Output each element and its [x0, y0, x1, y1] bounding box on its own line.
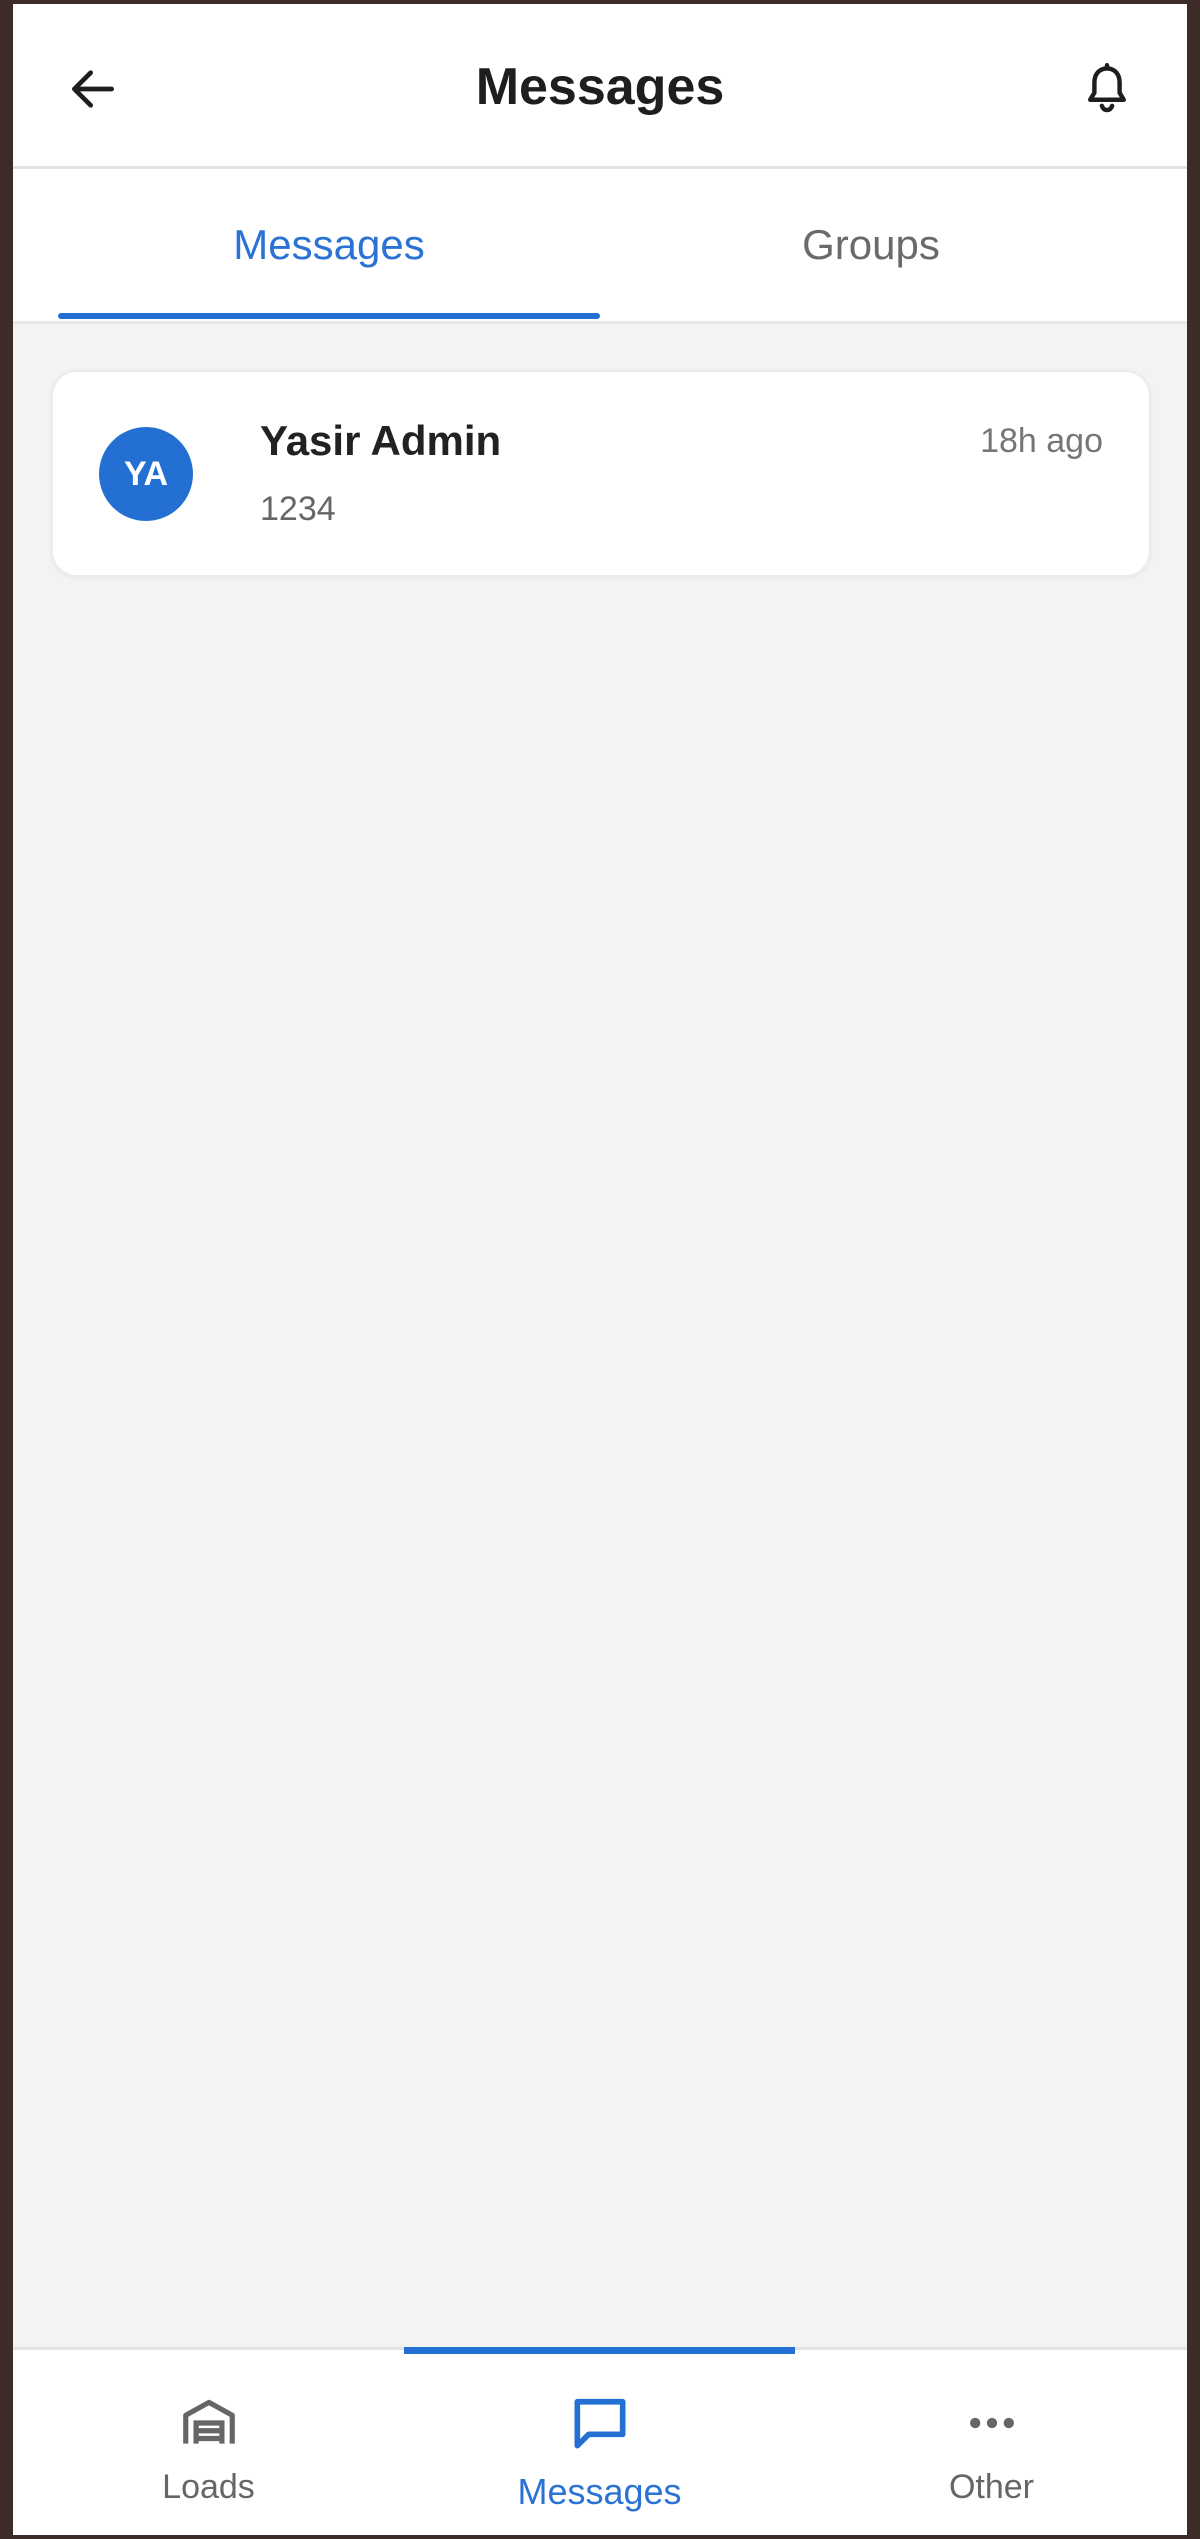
conversation-list: YA Yasir Admin 1234 18h ago [51, 370, 1151, 577]
message-preview: 1234 [260, 490, 336, 528]
notifications-button[interactable] [1067, 49, 1147, 129]
bell-icon [1087, 62, 1127, 113]
nav-label: Loads [162, 2468, 255, 2506]
nav-item-other[interactable]: Other [796, 2350, 1187, 2535]
more-horizontal-icon [969, 2417, 1014, 2429]
app-screen: Messages Messages Groups YA Yasir Admin … [13, 4, 1187, 2535]
nav-item-loads[interactable]: Loads [13, 2350, 404, 2535]
active-tab-indicator [58, 313, 600, 319]
nav-label: Other [948, 2468, 1035, 2506]
message-timestamp: 18h ago [980, 422, 1103, 460]
tab-bar: Messages Groups [13, 169, 1187, 324]
tab-groups[interactable]: Groups [600, 169, 1142, 321]
tab-messages[interactable]: Messages [58, 169, 600, 321]
conversation-item[interactable]: YA Yasir Admin 1234 18h ago [51, 370, 1151, 577]
top-app-bar: Messages [13, 4, 1187, 169]
chat-bubble-icon [574, 2398, 625, 2449]
nav-label: Messages [517, 2471, 682, 2512]
avatar: YA [99, 427, 193, 521]
bottom-navigation: Loads Messages Other [13, 2347, 1187, 2535]
page-title: Messages [475, 58, 725, 116]
nav-item-messages[interactable]: Messages [404, 2350, 795, 2535]
warehouse-icon [182, 2399, 235, 2444]
contact-name: Yasir Admin [260, 417, 502, 464]
